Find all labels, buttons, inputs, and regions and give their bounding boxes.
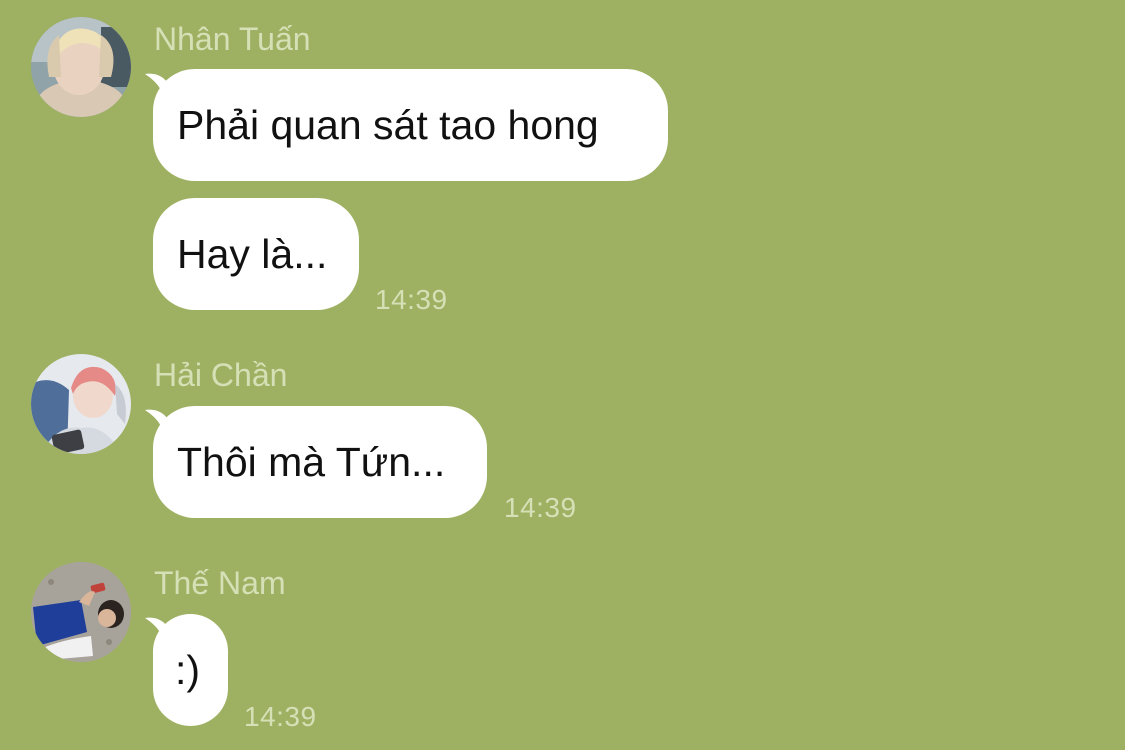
message-timestamp: 14:39: [244, 701, 317, 732]
message-bubble[interactable]: :): [153, 614, 228, 726]
avatar-photo: [31, 562, 131, 662]
message-bubble[interactable]: Phải quan sát tao hong: [153, 69, 668, 181]
sender-name: Nhân Tuấn: [154, 21, 311, 57]
avatar-photo: [31, 354, 131, 454]
avatar-the-nam[interactable]: [31, 562, 131, 662]
message-timestamp: 14:39: [375, 284, 448, 315]
message-timestamp: 14:39: [504, 492, 577, 523]
sender-name: Thế Nam: [154, 565, 286, 601]
avatar-hai-chan[interactable]: [31, 354, 131, 454]
avatar-photo: [31, 17, 131, 117]
avatar-nhan-tuan[interactable]: [31, 17, 131, 117]
message-bubble[interactable]: Hay là...: [153, 198, 359, 310]
message-bubble[interactable]: Thôi mà Tứn...: [153, 406, 487, 518]
sender-name: Hải Chần: [154, 357, 288, 393]
